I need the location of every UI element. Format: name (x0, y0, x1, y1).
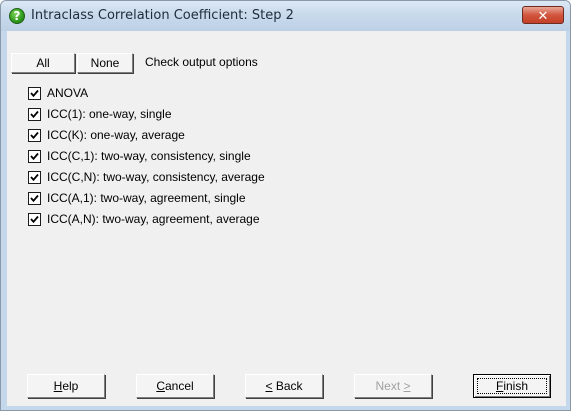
window-title: Intraclass Correlation Coefficient: Step… (31, 8, 294, 23)
focus-rect (477, 378, 547, 394)
check-mark-icon (30, 194, 39, 203)
check-all-button[interactable]: All (11, 53, 75, 73)
cancel-button[interactable]: Cancel (136, 374, 214, 398)
checkbox[interactable] (28, 129, 41, 142)
option-label: ICC(A,N): two-way, agreement, average (47, 212, 260, 226)
checkbox[interactable] (28, 150, 41, 163)
option-label: ICC(1): one-way, single (47, 107, 172, 121)
check-mark-icon (30, 131, 39, 140)
option-label: ICC(C,N): two-way, consistency, average (47, 170, 265, 184)
checkbox[interactable] (28, 171, 41, 184)
back-button[interactable]: < Back (245, 374, 323, 398)
option-label: ICC(A,1): two-way, agreement, single (47, 191, 246, 205)
check-mark-icon (30, 152, 39, 161)
check-mark-icon (30, 215, 39, 224)
check-mark-icon (30, 173, 39, 182)
check-mark-icon (30, 89, 39, 98)
finish-button[interactable]: Finish (473, 374, 551, 398)
title-bar[interactable]: ? Intraclass Correlation Coefficient: St… (1, 1, 570, 31)
option-label: ANOVA (47, 86, 89, 100)
dialog-window: ? Intraclass Correlation Coefficient: St… (0, 0, 571, 411)
check-none-button[interactable]: None (77, 53, 133, 73)
dialog-client-area: All None Check output options ANOVA ICC(… (7, 31, 566, 406)
checkbox[interactable] (28, 108, 41, 121)
checkbox[interactable] (28, 87, 41, 100)
close-button[interactable]: ✕ (522, 6, 564, 24)
check-output-options-label: Check output options (145, 55, 258, 69)
next-button[interactable]: Next > (354, 374, 432, 398)
checkbox[interactable] (28, 192, 41, 205)
option-label: ICC(C,1): two-way, consistency, single (47, 149, 251, 163)
help-question-icon: ? (9, 8, 25, 24)
help-button[interactable]: Help (27, 374, 105, 398)
check-mark-icon (30, 110, 39, 119)
option-label: ICC(K): one-way, average (47, 128, 185, 142)
checkbox[interactable] (28, 213, 41, 226)
